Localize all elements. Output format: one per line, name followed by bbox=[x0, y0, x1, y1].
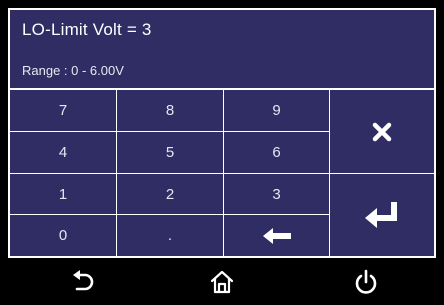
undo-arrow-icon bbox=[73, 270, 94, 291]
key-4[interactable]: 4 bbox=[10, 132, 117, 174]
input-panel: LO-Limit Volt = 3 Range : 0 - 6.00V 7 8 … bbox=[8, 8, 436, 258]
key-label: . bbox=[167, 227, 173, 244]
key-label: 7 bbox=[58, 102, 68, 119]
left-arrow-icon bbox=[262, 227, 291, 244]
keypad: 7 8 9 4 5 6 1 2 3 0 . bbox=[10, 90, 434, 256]
backspace-button[interactable] bbox=[224, 215, 330, 256]
key-7[interactable]: 7 bbox=[10, 90, 117, 132]
back-button[interactable] bbox=[63, 264, 103, 300]
key-label: 5 bbox=[165, 144, 175, 161]
key-9[interactable]: 9 bbox=[224, 90, 330, 132]
key-8[interactable]: 8 bbox=[117, 90, 224, 132]
key-label: 0 bbox=[58, 227, 68, 244]
key-3[interactable]: 3 bbox=[224, 174, 330, 215]
enter-button[interactable] bbox=[330, 174, 434, 256]
range-text: Range : 0 - 6.00V bbox=[22, 63, 124, 78]
enter-icon bbox=[365, 202, 397, 228]
cancel-button[interactable] bbox=[330, 90, 434, 174]
bottom-nav-bar bbox=[0, 258, 444, 305]
key-1[interactable]: 1 bbox=[10, 174, 117, 215]
key-label: 8 bbox=[165, 102, 175, 119]
home-icon bbox=[210, 270, 234, 294]
field-title: LO-Limit Volt = 3 bbox=[22, 20, 152, 39]
key-decimal[interactable]: . bbox=[117, 215, 224, 256]
key-6[interactable]: 6 bbox=[224, 132, 330, 174]
key-label: 3 bbox=[272, 185, 281, 203]
key-0[interactable]: 0 bbox=[10, 215, 117, 256]
home-button[interactable] bbox=[202, 264, 242, 300]
key-5[interactable]: 5 bbox=[117, 132, 224, 174]
x-icon bbox=[372, 122, 392, 141]
power-icon bbox=[355, 269, 377, 294]
key-label: 9 bbox=[272, 102, 281, 119]
power-button[interactable] bbox=[346, 264, 386, 300]
key-label: 4 bbox=[58, 144, 68, 161]
key-label: 6 bbox=[272, 144, 281, 161]
key-label: 1 bbox=[58, 185, 68, 203]
key-2[interactable]: 2 bbox=[117, 174, 224, 215]
key-label: 2 bbox=[165, 185, 175, 203]
